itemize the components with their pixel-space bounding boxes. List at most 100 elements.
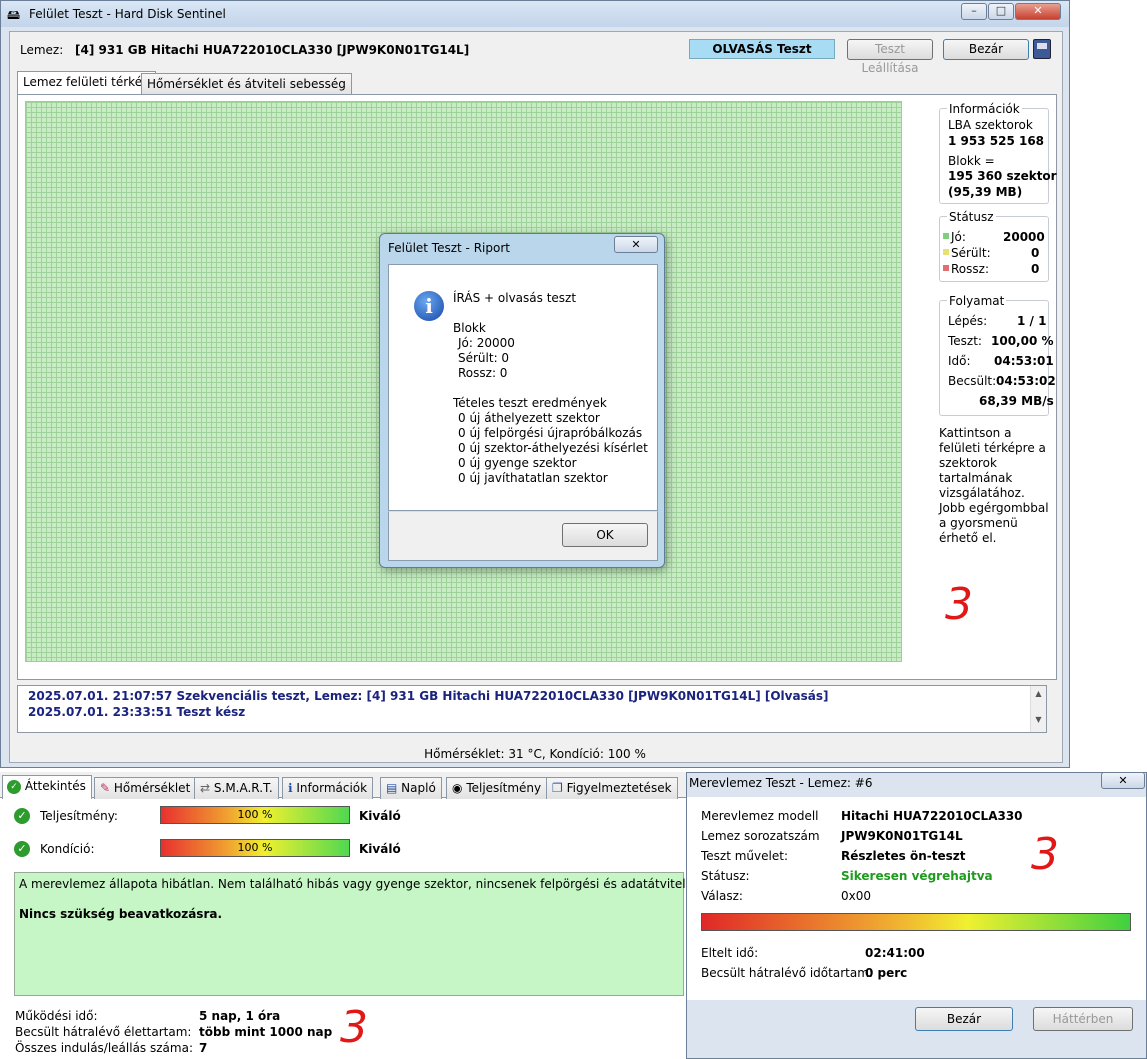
bad-label: Rossz: — [951, 262, 989, 276]
response-label: Válasz: — [701, 889, 743, 903]
bad-value: 0 — [1031, 262, 1040, 276]
status-badge: OLVASÁS Teszt — [689, 39, 835, 59]
selftest-status-label: Státusz: — [701, 869, 750, 883]
log-scrollbar[interactable]: ▲ ▼ — [1030, 686, 1046, 732]
report-line: 0 új szektor-áthelyezési kísérlet — [458, 441, 648, 455]
perf-rating: Kiváló — [359, 809, 401, 823]
stop-test-button[interactable]: Teszt Leállítása — [847, 39, 933, 75]
alert-doc-icon: ❐ — [552, 781, 563, 795]
perf-bar: 100 % — [160, 806, 350, 824]
minimize-button[interactable]: – — [961, 3, 987, 20]
selftest-progress-bar — [701, 913, 1131, 931]
damaged-swatch — [943, 249, 949, 255]
info-icon: i — [414, 291, 444, 321]
progress-header: Folyamat — [947, 294, 1007, 308]
report-line: Rossz: 0 — [458, 366, 508, 380]
handwritten-mark: 3 — [340, 1002, 368, 1053]
close-button[interactable]: Bezár — [943, 39, 1029, 60]
good-swatch — [943, 233, 949, 239]
selftest-status-value: Sikeresen végrehajtva — [841, 869, 993, 883]
report-line: 0 új gyenge szektor — [458, 456, 577, 470]
est-label: Becsült: — [948, 374, 997, 388]
selftest-close-icon[interactable]: ✕ — [1101, 772, 1145, 789]
starts-label: Összes indulás/leállás száma: — [15, 1041, 193, 1055]
operation-label: Teszt művelet: — [701, 849, 788, 863]
starts-value: 7 — [199, 1041, 208, 1055]
hint-text-2: Jobb egérgombbal a gyorsmenü érhető el. — [939, 501, 1049, 545]
report-line: Jó: 20000 — [458, 336, 515, 350]
lifetime-label: Becsült hátralévő élettartam: — [15, 1025, 192, 1039]
lba-value: 1 953 525 168 — [948, 134, 1045, 148]
overview-panel: ✓ Áttekintés ✎ Hőmérséklet ⇄ S.M.A.R.T. … — [0, 772, 759, 1059]
lba-label: LBA szektorok — [948, 118, 1033, 132]
operation-value: Részletes ön-teszt — [841, 849, 966, 863]
gauge-icon: ◉ — [452, 781, 463, 795]
tab-temperature[interactable]: Hőmérséklet és átviteli sebesség — [141, 73, 352, 95]
block-label: Blokk = — [948, 154, 995, 168]
uptime-value: 5 nap, 1 óra — [199, 1009, 281, 1023]
test-value: 100,00 % — [991, 334, 1054, 348]
model-label: Merevlemez modell — [701, 809, 819, 823]
report-line: Blokk — [453, 321, 486, 335]
thermometer-icon: ✎ — [100, 781, 111, 795]
tab-smart[interactable]: ⇄ S.M.A.R.T. — [194, 777, 279, 799]
status-header: Státusz — [947, 210, 996, 224]
report-line: 0 új javíthatatlan szektor — [458, 471, 608, 485]
save-icon[interactable] — [1033, 39, 1051, 59]
report-line: 0 új áthelyezett szektor — [458, 411, 600, 425]
disk-label: Lemez: — [20, 43, 64, 57]
selftest-close-button[interactable]: Bezár — [915, 1007, 1013, 1031]
bad-swatch — [943, 265, 949, 271]
event-log[interactable]: 2025.07.01. 21:07:57 Szekvenciális teszt… — [17, 685, 1047, 733]
serial-value: JPW9K0N01TG14L — [841, 829, 963, 843]
health-recommendation: Nincs szükség beavatkozásra. — [19, 907, 223, 921]
tab-performance[interactable]: ◉ Teljesítmény — [446, 777, 548, 799]
good-value: 20000 — [1003, 230, 1045, 244]
maximize-button[interactable]: □ — [988, 3, 1014, 20]
tab-label: Figyelmeztetések — [566, 781, 672, 795]
health-message: A merevlemez állapota hibátlan. Nem talá… — [19, 877, 759, 891]
ok-button[interactable]: OK — [562, 523, 648, 547]
cond-check-icon: ✓ — [14, 841, 30, 857]
tab-log[interactable]: ▤ Napló — [380, 777, 442, 799]
log-line: 2025.07.01. 23:33:51 Teszt kész — [28, 705, 246, 719]
smart-icon: ⇄ — [200, 781, 211, 795]
disk-value: [4] 931 GB Hitachi HUA722010CLA330 [JPW9… — [75, 43, 470, 57]
cond-pct: 100 % — [237, 841, 273, 854]
status-bar: Hőmérséklet: 31 °C, Kondíció: 100 % — [424, 747, 646, 761]
perf-check-icon: ✓ — [14, 808, 30, 824]
scroll-up-icon[interactable]: ▲ — [1031, 689, 1046, 698]
tab-overview[interactable]: ✓ Áttekintés — [2, 775, 92, 799]
elapsed-label: Eltelt idő: — [701, 946, 759, 960]
background-button[interactable]: Háttérben — [1033, 1007, 1133, 1031]
tab-information[interactable]: ℹ Információk — [282, 777, 374, 799]
handwritten-mark: 3 — [945, 579, 973, 630]
dialog-title: Felület Teszt - Riport — [388, 241, 510, 255]
health-message-box: A merevlemez állapota hibátlan. Nem talá… — [14, 872, 759, 996]
tab-alerts[interactable]: ❐ Figyelmeztetések — [546, 777, 678, 799]
damaged-label: Sérült: — [951, 246, 991, 260]
tab-label: Információk — [296, 781, 368, 795]
scroll-down-icon[interactable]: ▼ — [1031, 715, 1046, 724]
tab-label: Hőmérséklet — [113, 781, 191, 795]
model-value: Hitachi HUA722010CLA330 — [841, 809, 1023, 823]
dialog-close-button[interactable]: ✕ — [614, 236, 658, 253]
time-value: 04:53:01 — [994, 354, 1054, 368]
damaged-value: 0 — [1031, 246, 1040, 260]
check-icon: ✓ — [7, 779, 21, 794]
report-dialog: Felület Teszt - Riport ✕ i ÍRÁS + olvasá… — [379, 233, 665, 568]
tab-surface-map[interactable]: Lemez felületi térkép — [17, 71, 156, 95]
tab-temperature[interactable]: ✎ Hőmérséklet — [94, 777, 197, 799]
close-window-button[interactable]: ✕ — [1015, 3, 1061, 20]
block-size: (95,39 MB) — [948, 185, 1023, 199]
est-value: 04:53:02 — [996, 374, 1056, 388]
tab-label: Teljesítmény — [466, 781, 542, 795]
report-line: Sérült: 0 — [458, 351, 510, 365]
serial-label: Lemez sorozatszám — [701, 829, 820, 843]
cond-bar: 100 % — [160, 839, 350, 857]
good-label: Jó: — [951, 230, 966, 244]
cond-rating: Kiváló — [359, 842, 401, 856]
window-title: Felület Teszt - Hard Disk Sentinel — [29, 7, 226, 21]
hint-text: Kattintson a felületi térképre a szektor… — [939, 426, 1046, 500]
elapsed-value: 02:41:00 — [865, 946, 925, 960]
